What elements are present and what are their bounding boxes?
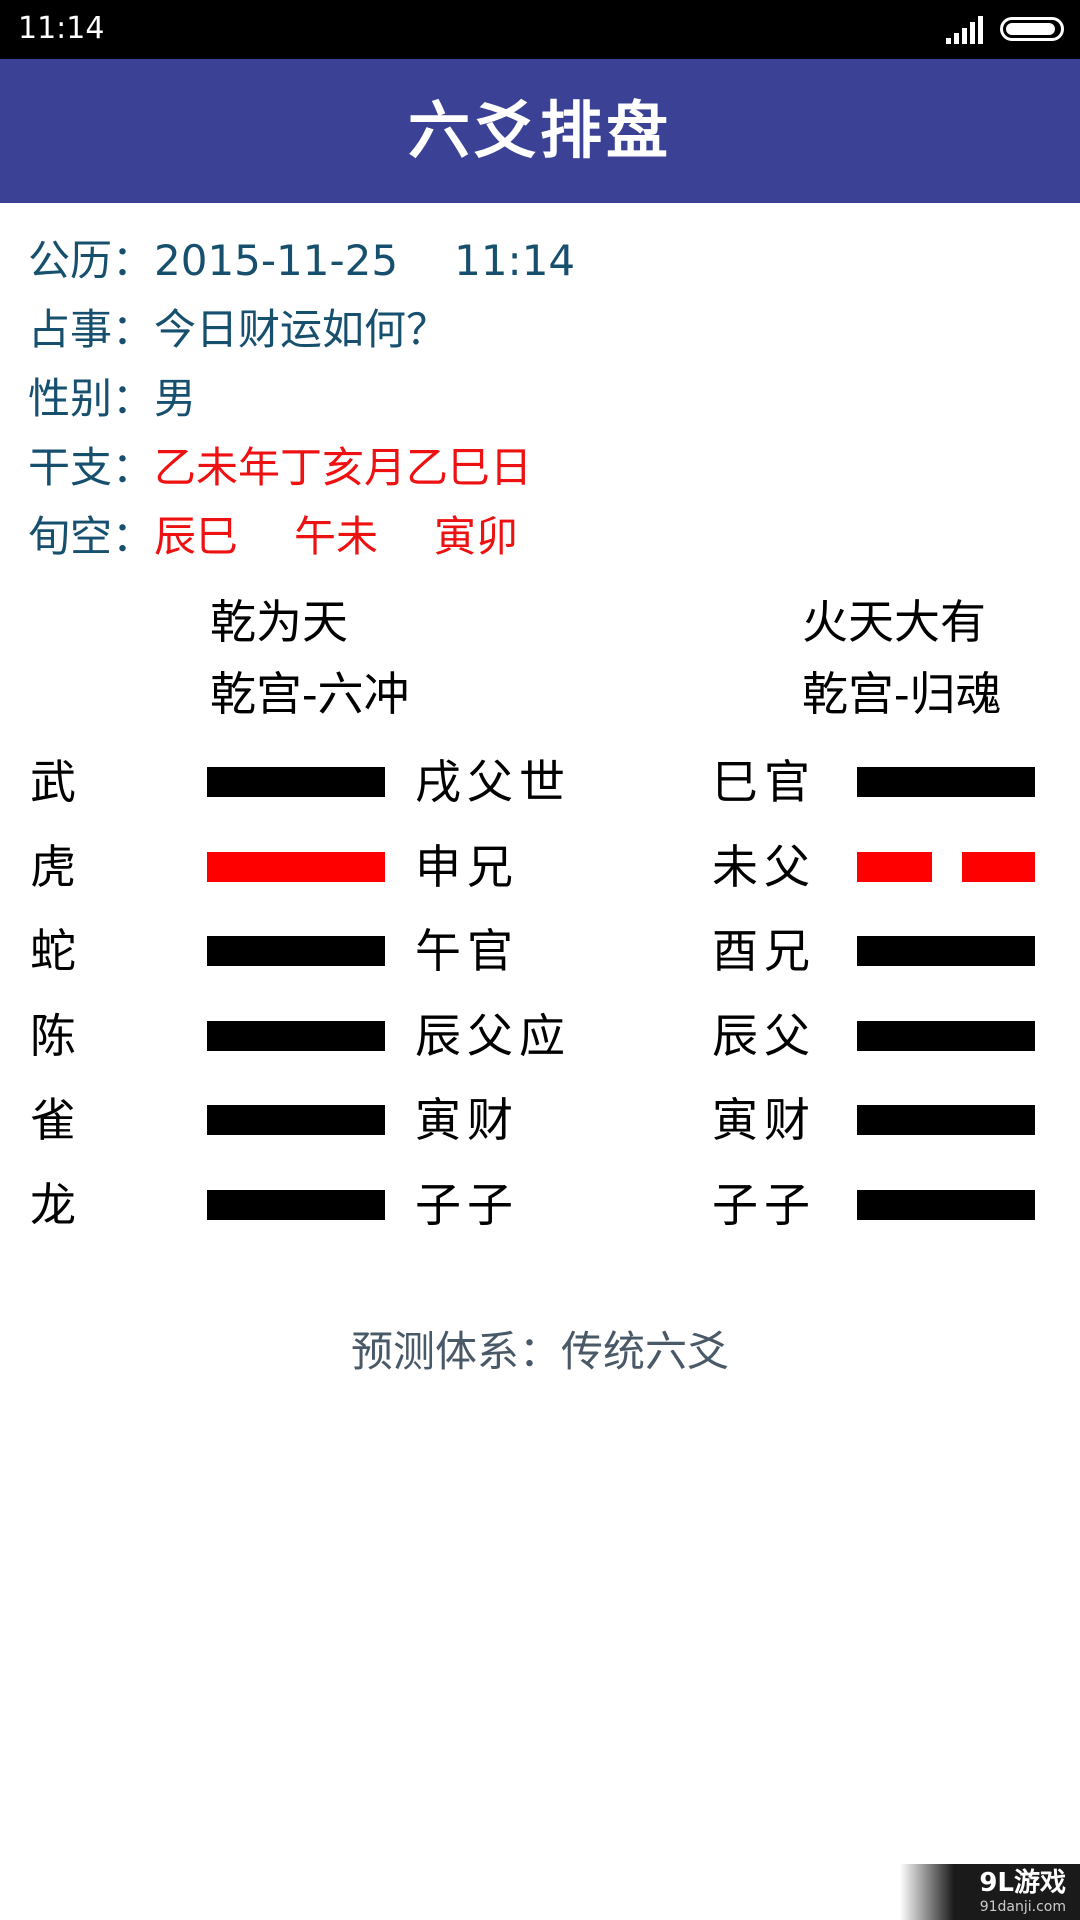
changed-yang-line bbox=[857, 1021, 1035, 1051]
gregorian-label: 公历： bbox=[28, 236, 155, 285]
yang-line bbox=[207, 1105, 385, 1135]
moving-yang-line bbox=[207, 852, 385, 882]
changed-line-label: 未父 bbox=[712, 840, 816, 894]
status-time: 11:14 bbox=[18, 11, 105, 46]
gender-label: 性别： bbox=[28, 374, 155, 423]
status-bar: 11:14 bbox=[0, 0, 1080, 59]
main-line-label: 戌父世 bbox=[415, 755, 571, 809]
changed-yang-line bbox=[857, 1105, 1035, 1135]
watermark: 9L游戏 91danji.com bbox=[900, 1864, 1080, 1920]
changed-line-label: 辰父 bbox=[712, 1009, 816, 1063]
main-line-label: 寅财 bbox=[415, 1093, 519, 1147]
xunkong-value-1: 辰巳 bbox=[154, 512, 239, 561]
matter-value: 今日财运如何？ bbox=[154, 305, 449, 354]
spirit-label: 龙 bbox=[30, 1178, 82, 1232]
page-title: 六爻排盘 bbox=[407, 94, 672, 167]
changed-line-label: 巳官 bbox=[712, 755, 816, 809]
xunkong-label: 旬空： bbox=[28, 512, 155, 561]
yang-line bbox=[207, 1190, 385, 1220]
changed-line-label: 寅财 bbox=[712, 1093, 816, 1147]
spirit-label: 武 bbox=[30, 755, 82, 809]
watermark-sub: 91danji.com bbox=[979, 1899, 1066, 1915]
main-hexagram-name: 乾为天 bbox=[210, 595, 348, 649]
changed-yang-line bbox=[857, 767, 1035, 797]
yang-line bbox=[207, 767, 385, 797]
watermark-main: 9L游戏 bbox=[979, 1868, 1066, 1898]
info-xunkong: 旬空：辰巳 午未 寅卯 bbox=[28, 507, 518, 567]
spirit-label: 虎 bbox=[30, 840, 82, 894]
changed-line-label: 子子 bbox=[712, 1178, 816, 1232]
main-hexagram-palace: 乾宫-六冲 bbox=[210, 667, 410, 721]
info-gregorian: 公历：2015-11-25 11:14 bbox=[28, 231, 575, 291]
yang-line bbox=[207, 1021, 385, 1051]
xunkong-value-3: 寅卯 bbox=[434, 512, 519, 561]
gregorian-time: 11:14 bbox=[454, 236, 576, 285]
spirit-label: 陈 bbox=[30, 1009, 82, 1063]
info-gender: 性别：男 bbox=[28, 369, 196, 429]
main-line-label: 辰父应 bbox=[415, 1009, 571, 1063]
main-line-label: 申兄 bbox=[415, 840, 519, 894]
changed-yin-line-segment bbox=[857, 852, 932, 882]
changed-line-label: 酉兄 bbox=[712, 924, 816, 978]
yang-line bbox=[207, 936, 385, 966]
changed-hexagram-name: 火天大有 bbox=[802, 595, 986, 649]
matter-label: 占事： bbox=[28, 305, 155, 354]
signal-icon bbox=[946, 16, 983, 44]
prediction-system: 预测体系：传统六爻 bbox=[350, 1327, 729, 1376]
info-matter: 占事：今日财运如何？ bbox=[28, 300, 448, 360]
changed-yang-line bbox=[857, 1190, 1035, 1220]
ganzhi-label: 干支： bbox=[28, 443, 155, 492]
main-line-label: 午官 bbox=[415, 924, 519, 978]
ganzhi-value: 乙未年丁亥月乙巳日 bbox=[154, 443, 533, 492]
gender-value: 男 bbox=[154, 374, 197, 423]
title-bar: 六爻排盘 bbox=[0, 59, 1080, 203]
battery-icon bbox=[1000, 17, 1064, 41]
info-ganzhi: 干支：乙未年丁亥月乙巳日 bbox=[28, 438, 532, 498]
battery-fill bbox=[1006, 23, 1055, 35]
spirit-label: 雀 bbox=[30, 1093, 82, 1147]
gregorian-date: 2015-11-25 bbox=[154, 236, 399, 285]
changed-hexagram-palace: 乾宫-归魂 bbox=[802, 667, 1002, 721]
xunkong-value-2: 午未 bbox=[294, 512, 379, 561]
changed-yin-line-segment bbox=[962, 852, 1035, 882]
spirit-label: 蛇 bbox=[30, 924, 82, 978]
screen: 11:14 六爻排盘 公历：2015-11-25 11:14 占事：今日财运如何？… bbox=[0, 0, 1080, 1920]
changed-yang-line bbox=[857, 936, 1035, 966]
main-line-label: 子子 bbox=[415, 1178, 519, 1232]
